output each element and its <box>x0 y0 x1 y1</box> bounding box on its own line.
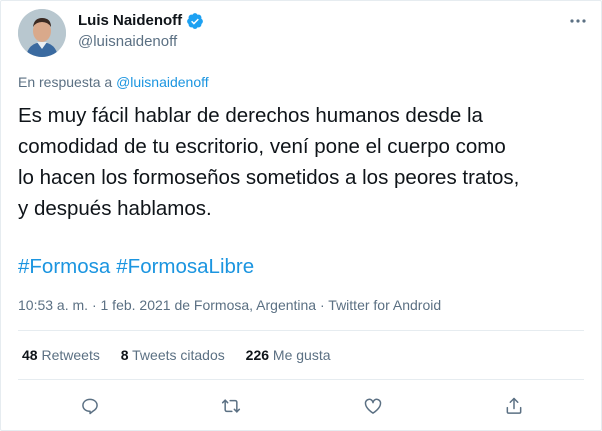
hashtag-link[interactable]: #Formosa <box>18 255 110 278</box>
tweet-location[interactable]: de Formosa, Argentina <box>174 297 316 313</box>
divider <box>18 379 584 380</box>
reply-context: En respuesta a @luisnaidenoff <box>18 74 209 90</box>
author-handle[interactable]: @luisnaidenoff <box>78 33 177 50</box>
tweet-card: Luis Naidenoff @luisnaidenoff En respues… <box>0 0 602 431</box>
likes-stat[interactable]: 226 Me gusta <box>246 347 331 363</box>
tweet-metadata: 10:53 a. m. · 1 feb. 2021 de Formosa, Ar… <box>18 297 442 313</box>
avatar[interactable] <box>18 9 66 57</box>
more-options-icon[interactable] <box>567 10 589 32</box>
verified-badge-icon <box>186 12 204 30</box>
reply-mention-link[interactable]: @luisnaidenoff <box>116 74 209 90</box>
hashtag-link[interactable]: #FormosaLibre <box>116 255 254 278</box>
tweet-stats: 48 Retweets 8 Tweets citados 226 Me gust… <box>22 347 348 363</box>
hashtags: #Formosa #FormosaLibre <box>18 255 260 279</box>
retweets-stat[interactable]: 48 Retweets <box>22 347 100 363</box>
divider <box>18 330 584 331</box>
avatar-image <box>18 9 66 57</box>
action-bar <box>1 391 601 421</box>
tweet-time[interactable]: 10:53 a. m. <box>18 297 88 313</box>
retweet-icon[interactable] <box>216 391 246 421</box>
tweet-date[interactable]: 1 feb. 2021 <box>101 297 171 313</box>
author-name[interactable]: Luis Naidenoff <box>78 12 182 29</box>
reply-icon[interactable] <box>75 391 105 421</box>
like-icon[interactable] <box>358 391 388 421</box>
share-icon[interactable] <box>499 391 529 421</box>
quotes-stat[interactable]: 8 Tweets citados <box>121 347 225 363</box>
reply-prefix: En respuesta a <box>18 74 113 90</box>
tweet-text: Es muy fácil hablar de derechos humanos … <box>18 104 520 220</box>
tweet-source[interactable]: Twitter for Android <box>328 297 441 313</box>
